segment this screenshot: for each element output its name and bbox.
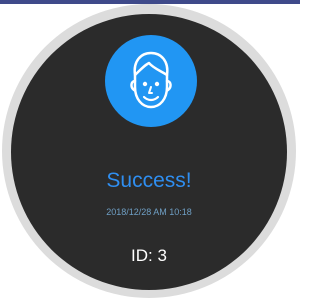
round-screen: Success! 2018/12/28 AM 10:18 ID: 3 — [11, 14, 287, 290]
status-message: Success! — [106, 169, 192, 192]
timestamp: 2018/12/28 AM 10:18 — [106, 207, 192, 217]
user-id: ID: 3 — [131, 246, 167, 265]
face-icon — [130, 51, 172, 109]
user-avatar — [105, 35, 197, 127]
